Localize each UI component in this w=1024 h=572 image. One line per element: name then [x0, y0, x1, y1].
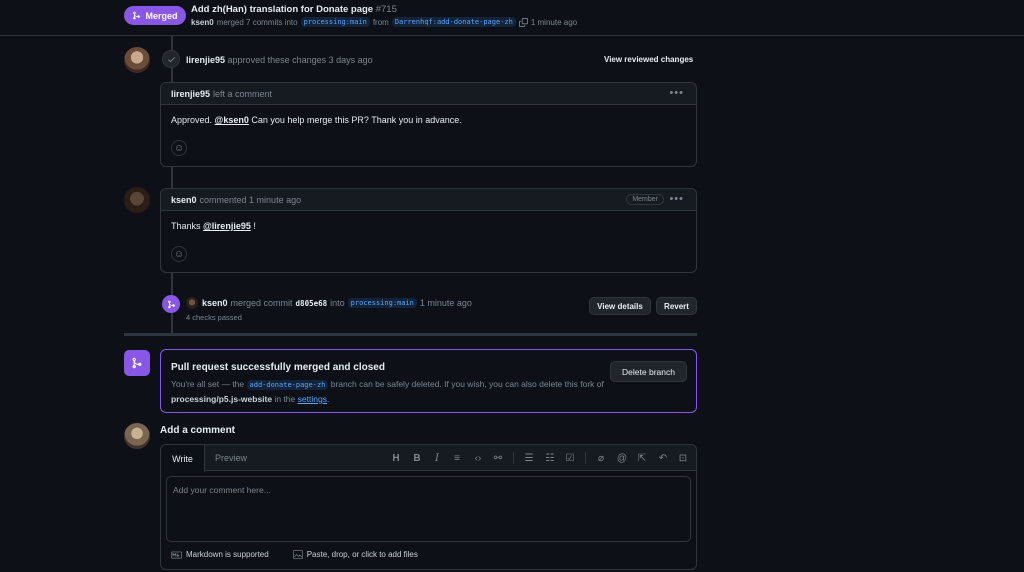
unordered-list-icon[interactable]: ☷: [543, 451, 557, 465]
pr-author[interactable]: ksen0: [191, 18, 214, 27]
comment-text: Thanks: [171, 221, 201, 231]
view-reviewed-changes-link[interactable]: View reviewed changes: [604, 55, 693, 64]
code-icon[interactable]: ‹›: [471, 451, 485, 465]
comment-text: !: [253, 221, 256, 231]
merged-status-icon: [124, 350, 150, 376]
approval-event: lirenjie95 approved these changes 3 days…: [186, 55, 373, 65]
merge-text: into: [330, 298, 345, 308]
status-badge-label: Merged: [145, 10, 178, 21]
reference-icon[interactable]: ⇱: [635, 451, 649, 465]
merge-text: merged commit: [230, 298, 293, 308]
review-comment: lirenjie95 left a comment ••• Approved. …: [160, 82, 697, 167]
comment-body: Approved. @ksen0 Can you help merge this…: [161, 105, 696, 135]
kebab-menu-icon[interactable]: •••: [669, 87, 684, 99]
pr-title: Add zh(Han) translation for Donate page …: [191, 4, 397, 15]
image-icon: [292, 550, 303, 559]
kebab-menu-icon[interactable]: •••: [669, 193, 684, 205]
italic-icon[interactable]: I: [430, 451, 444, 465]
desc-text: branch can be safely deleted. If you wis…: [330, 379, 604, 389]
comment-action: left a comment: [213, 88, 273, 99]
quote-icon[interactable]: ≡: [450, 451, 464, 465]
comment: ksen0 commented 1 minute ago Member ••• …: [160, 188, 697, 273]
settings-link[interactable]: settings: [298, 394, 327, 404]
merge-status-box: Pull request successfully merged and clo…: [160, 349, 697, 413]
repo-name: processing/p5.js-website: [171, 394, 273, 404]
timeline-line: [171, 36, 173, 334]
approval-text: approved these changes 3 days ago: [227, 55, 373, 65]
view-details-button[interactable]: View details: [589, 297, 651, 315]
member-badge: Member: [626, 194, 664, 205]
avatar-small-ksen0[interactable]: [186, 297, 198, 309]
merge-user[interactable]: ksen0: [202, 298, 228, 308]
merge-event-icon: [162, 295, 180, 313]
approved-check-icon: [162, 50, 180, 68]
comment-header: lirenjie95 left a comment: [161, 83, 696, 105]
status-badge: Merged: [124, 6, 186, 25]
revert-button[interactable]: Revert: [656, 297, 697, 315]
comment-editor: Write Preview H B I ≡ ‹› ⚯ ☰ ☷ ☑ ⌀ @ ⇱ ↶…: [160, 444, 697, 570]
base-branch[interactable]: processing:main: [300, 17, 370, 27]
add-reaction-icon[interactable]: ☺: [171, 140, 187, 156]
fullscreen-icon[interactable]: ⊡: [676, 451, 690, 465]
undo-icon[interactable]: ↶: [656, 451, 670, 465]
comment-textarea[interactable]: Add your comment here...: [166, 476, 691, 542]
link-icon[interactable]: ⚯: [491, 451, 505, 465]
checks-passed[interactable]: 4 checks passed: [186, 313, 242, 322]
toolbar-separator: [513, 452, 514, 464]
tab-preview[interactable]: Preview: [205, 445, 257, 471]
pr-subtitle: ksen0 merged 7 commits into processing:m…: [191, 17, 577, 27]
merge-status-title: Pull request successfully merged and clo…: [171, 362, 385, 373]
tab-write[interactable]: Write: [161, 445, 205, 472]
desc-text: in the: [274, 394, 296, 404]
from-text: from: [372, 17, 389, 27]
comment-body: Thanks @lirenjie95 !: [161, 211, 696, 241]
merge-status-description: You're all set — the add-donate-page-zh …: [171, 377, 611, 406]
desc-text: You're all set — the: [171, 379, 245, 389]
comment-author[interactable]: ksen0: [171, 195, 197, 205]
files-note[interactable]: Paste, drop, or click to add files: [307, 550, 418, 559]
merge-branch[interactable]: processing:main: [347, 298, 417, 308]
attach-icon[interactable]: ⌀: [594, 451, 608, 465]
add-reaction-icon[interactable]: ☺: [171, 246, 187, 262]
copy-icon[interactable]: [518, 17, 528, 27]
markdown-icon: [171, 551, 182, 558]
avatar-lirenjie95[interactable]: [124, 47, 150, 73]
desc-text: .: [326, 394, 330, 404]
merge-event: ksen0 merged commit d805e68 into process…: [202, 298, 472, 308]
pr-time: 1 minute ago: [530, 17, 578, 27]
approval-user[interactable]: lirenjie95: [186, 55, 225, 65]
markdown-note[interactable]: Markdown is supported: [186, 550, 269, 559]
add-comment-title: Add a comment: [160, 425, 236, 436]
merged-text: merged 7 commits into: [216, 17, 298, 27]
mention-link[interactable]: @ksen0: [215, 115, 249, 125]
avatar-ksen0[interactable]: [124, 187, 150, 213]
toolbar-separator: [585, 452, 586, 464]
bold-icon[interactable]: B: [410, 451, 424, 465]
ordered-list-icon[interactable]: ☰: [522, 451, 536, 465]
editor-footer: Markdown is supported Paste, drop, or cl…: [171, 550, 418, 559]
comment-text: Can you help merge this PR? Thank you in…: [251, 115, 462, 125]
editor-tabs: Write Preview H B I ≡ ‹› ⚯ ☰ ☷ ☑ ⌀ @ ⇱ ↶…: [161, 445, 696, 472]
delete-branch-button[interactable]: Delete branch: [610, 361, 687, 382]
timeline-divider: [124, 333, 697, 336]
head-branch[interactable]: Darrenhqf:add-donate-page-zh: [391, 17, 516, 27]
mention-link[interactable]: @lirenjie95: [203, 221, 251, 231]
pr-title-text: Add zh(Han) translation for Donate page: [191, 4, 374, 15]
mention-icon[interactable]: @: [615, 451, 629, 465]
heading-icon[interactable]: H: [389, 451, 403, 465]
comment-text: Approved.: [171, 115, 213, 125]
commit-sha[interactable]: d805e68: [296, 299, 328, 308]
head-branch-ref[interactable]: add-donate-page-zh: [246, 380, 329, 390]
merge-time: 1 minute ago: [419, 298, 472, 308]
pr-number[interactable]: #715: [376, 4, 397, 15]
avatar-current-user[interactable]: [124, 423, 150, 449]
comment-action: commented 1 minute ago: [199, 194, 302, 205]
task-list-icon[interactable]: ☑: [563, 451, 577, 465]
comment-header: ksen0 commented 1 minute ago: [161, 189, 696, 211]
comment-author[interactable]: lirenjie95: [171, 89, 210, 99]
merge-icon: [133, 11, 141, 20]
pr-header: Merged Add zh(Han) translation for Donat…: [0, 0, 1024, 36]
